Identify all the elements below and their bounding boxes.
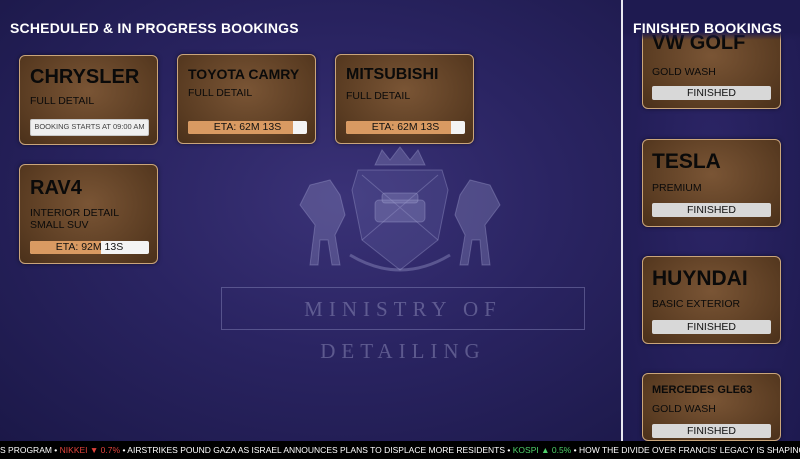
- eta-progress-bar: ETA: 92M 13S: [30, 241, 149, 254]
- booking-service: FULL DETAIL: [346, 90, 411, 102]
- ticker-kospi: KOSPI ▲ 0.5%: [512, 445, 572, 455]
- booking-make: HUYNDAI: [652, 267, 748, 290]
- booking-service: GOLD WASH: [652, 66, 716, 78]
- booking-service: BASIC EXTERIOR: [652, 298, 741, 310]
- booking-service: FULL DETAIL: [188, 87, 253, 99]
- eta-progress-bar: ETA: 62M 13S: [188, 121, 307, 134]
- finished-card-mercedes-gle63[interactable]: MERCEDES GLE63 GOLD WASH FINISHED: [642, 373, 781, 441]
- finished-card-tesla[interactable]: TESLA PREMIUM FINISHED: [642, 139, 781, 227]
- booking-service: GOLD WASH: [652, 403, 716, 415]
- finished-panel: VW GOLF GOLD WASH FINISHED FINISHED BOOK…: [623, 0, 800, 441]
- finished-status: FINISHED: [652, 203, 771, 217]
- news-ticker: S PROGRAM • NIKKEI ▼ 0.7% • AIRSTRIKES P…: [0, 441, 800, 459]
- booking-card-rav4[interactable]: RAV4 INTERIOR DETAIL SMALL SUV ETA: 92M …: [19, 164, 158, 264]
- booking-card-mitsubishi[interactable]: MITSUBISHI FULL DETAIL ETA: 62M 13S: [335, 54, 474, 144]
- ticker-nikkei: NIKKEI ▼ 0.7%: [59, 445, 121, 455]
- eta-text: ETA: 62M 13S: [213, 121, 282, 133]
- finished-title: FINISHED BOOKINGS: [633, 20, 782, 36]
- eta-text: ETA: 62M 13S: [371, 121, 440, 133]
- eta-progress-bar: ETA: 62M 13S: [346, 121, 465, 134]
- booking-service: PREMIUM: [652, 182, 702, 194]
- ticker-text: S PROGRAM •: [0, 445, 58, 455]
- booking-service: FULL DETAIL: [30, 95, 95, 107]
- ticker-text: • HOW THE DIVIDE OVER FRANCIS' LEGACY IS…: [573, 445, 800, 455]
- finished-status: FINISHED: [652, 86, 771, 100]
- booking-make: MITSUBISHI: [346, 66, 439, 83]
- booking-make: CHRYSLER: [30, 66, 140, 88]
- booking-make: MERCEDES GLE63: [652, 384, 753, 396]
- booking-service-size: SMALL SUV: [30, 219, 89, 231]
- motto-banner: MINISTRY OF DETAILING: [221, 287, 585, 363]
- booking-card-toyota-camry[interactable]: TOYOTA CAMRY FULL DETAIL ETA: 62M 13S: [177, 54, 316, 144]
- booking-card-chrysler[interactable]: CHRYSLER FULL DETAIL BOOKING STARTS AT 0…: [19, 55, 158, 145]
- booking-make: TOYOTA CAMRY: [188, 66, 300, 82]
- main-panel: SCHEDULED & IN PROGRESS BOOKINGS MINISTR…: [0, 0, 621, 441]
- finished-status: FINISHED: [652, 320, 771, 334]
- finished-status: FINISHED: [652, 424, 771, 438]
- finished-card-huyndai[interactable]: HUYNDAI BASIC EXTERIOR FINISHED: [642, 256, 781, 344]
- eta-text: ETA: 92M 13S: [55, 241, 124, 253]
- ticker-text: • AIRSTRIKES POUND GAZA AS ISRAEL ANNOUN…: [122, 445, 511, 455]
- booking-status: BOOKING STARTS AT 09:00 AM: [30, 119, 149, 136]
- booking-make: TESLA: [652, 150, 721, 173]
- crown-crest-horses-icon: [299, 146, 501, 272]
- page-title: SCHEDULED & IN PROGRESS BOOKINGS: [10, 20, 299, 36]
- booking-make: RAV4: [30, 177, 82, 199]
